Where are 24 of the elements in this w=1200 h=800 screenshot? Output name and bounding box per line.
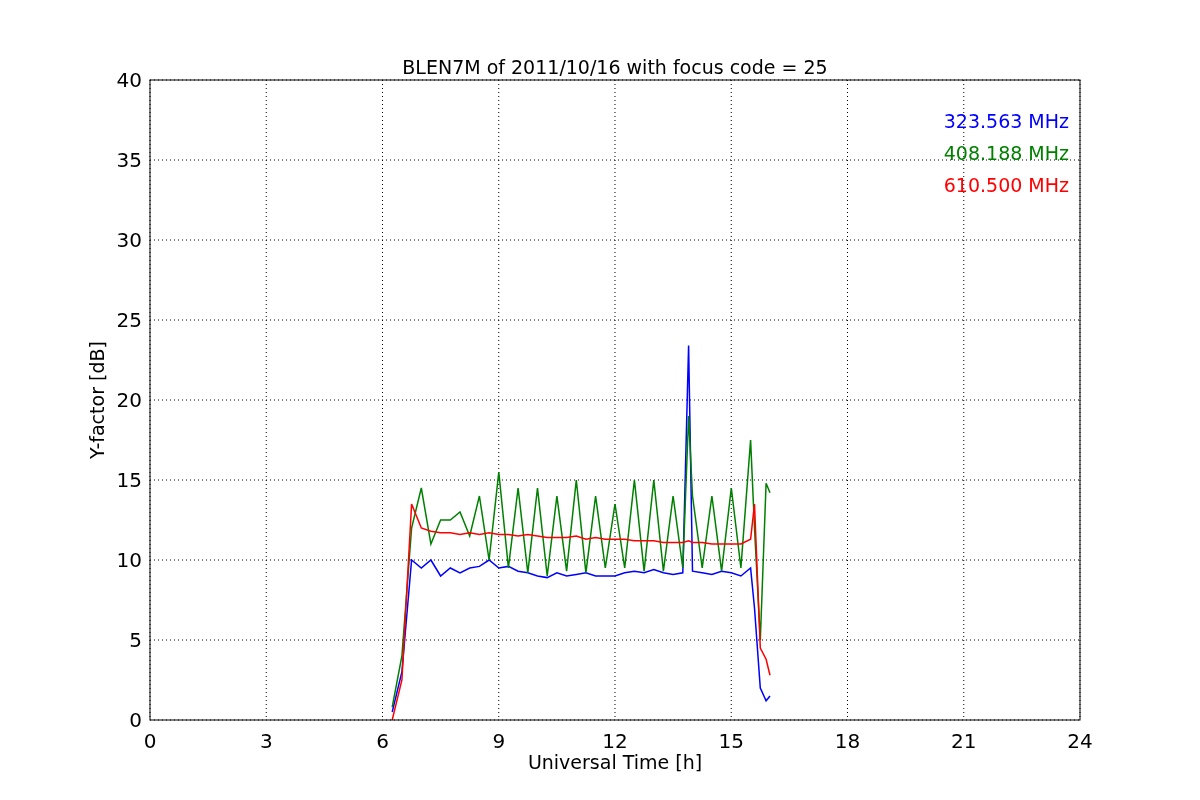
legend-label: 408.188 MHz	[943, 142, 1069, 164]
x-tick-label: 18	[834, 729, 861, 753]
x-axis-label: Universal Time [h]	[527, 751, 703, 773]
legend-label: 610.500 MHz	[943, 174, 1069, 196]
y-axis-label: Y-factor [dB]	[86, 341, 108, 459]
y-tick-label: 25	[116, 308, 142, 332]
x-tick-label: 15	[718, 729, 744, 753]
x-tick-label: 9	[492, 729, 506, 753]
x-tick-label: 0	[143, 729, 157, 753]
y-tick-label: 30	[116, 228, 142, 252]
x-tick-label: 24	[1067, 729, 1093, 753]
x-tick-label: 21	[951, 729, 977, 753]
x-tick-label: 3	[259, 729, 273, 753]
y-tick-label: 10	[116, 548, 142, 572]
y-tick-label: 20	[116, 388, 142, 412]
y-tick-label: 5	[129, 628, 142, 652]
y-tick-label: 15	[116, 468, 142, 492]
x-tick-label: 12	[602, 729, 628, 753]
y-tick-label: 35	[116, 148, 142, 172]
legend-label: 323.563 MHz	[943, 110, 1069, 132]
y-tick-label: 0	[129, 708, 142, 732]
x-tick-label: 6	[376, 729, 389, 753]
y-tick-label: 40	[116, 68, 142, 92]
chart-title: BLEN7M of 2011/10/16 with focus code = 25	[402, 56, 828, 78]
